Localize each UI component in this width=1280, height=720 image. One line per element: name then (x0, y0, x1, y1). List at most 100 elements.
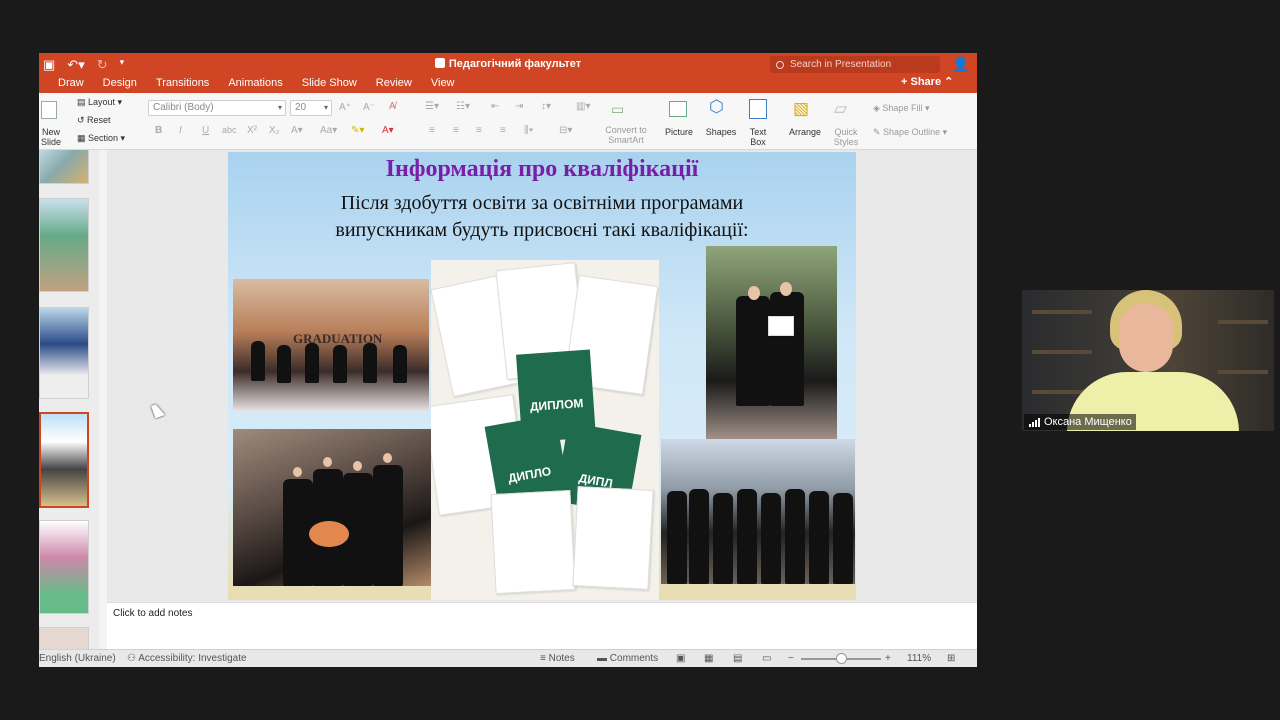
change-case-icon[interactable]: Aa▾ (320, 125, 337, 136)
italic-icon[interactable]: I (179, 125, 182, 136)
bookshelf (1218, 370, 1268, 374)
account-icon[interactable]: 👤 (952, 56, 969, 72)
columns-icon[interactable]: ▥▾ (576, 101, 590, 112)
decrease-font-icon[interactable]: A⁻ (363, 102, 375, 113)
section-button[interactable]: ▦ Section ▾ (77, 133, 125, 144)
arrange-button[interactable]: Arrange (785, 127, 825, 137)
collapse-ribbon-icon[interactable]: ⌃ (944, 76, 953, 88)
align-right-icon[interactable]: ≡ (476, 125, 482, 136)
tab-animations[interactable]: Animations (228, 75, 282, 93)
shapes-button[interactable]: Shapes (701, 127, 741, 137)
reading-view-icon[interactable]: ▤ (733, 653, 742, 664)
slide-thumbnail-active[interactable] (39, 412, 89, 508)
graduates-group-photo[interactable] (233, 429, 431, 586)
font-name-select[interactable]: Calibri (Body) ▾ (148, 100, 286, 116)
diploma-supplement (572, 486, 654, 590)
font-size-select[interactable]: 20 ▾ (290, 100, 332, 116)
face (780, 282, 792, 296)
strikethrough-icon[interactable]: abc (222, 125, 237, 135)
smartart-icon[interactable]: ▭ (611, 101, 624, 118)
new-slide-button[interactable]: New Slide (39, 127, 63, 147)
increase-font-icon[interactable]: A⁺ (339, 102, 351, 113)
superscript-icon[interactable]: X² (247, 125, 257, 136)
graduates-celebration-photo[interactable] (661, 439, 855, 584)
section-icon: ▦ (77, 133, 89, 143)
slide-editor[interactable]: Інформація про кваліфікації Після здобут… (107, 150, 977, 602)
shape-fill-button[interactable]: ◈ Shape Fill ▾ (873, 103, 929, 114)
font-color-icon[interactable]: A▾ (382, 125, 394, 136)
convert-smartart-button[interactable]: Convert to SmartArt (601, 125, 651, 145)
new-slide-icon[interactable] (41, 101, 57, 119)
two-graduates-photo[interactable] (706, 246, 837, 439)
tab-design[interactable]: Design (103, 75, 137, 93)
slide-thumbnail[interactable] (39, 520, 89, 614)
text-effects-icon[interactable]: A▾ (291, 125, 303, 136)
reset-button[interactable]: ↺ Reset (77, 115, 111, 126)
shapes-icon[interactable]: ⬡ (709, 97, 724, 117)
face (323, 457, 332, 467)
search-input[interactable]: Search in Presentation (770, 56, 940, 73)
align-text-icon[interactable]: ⊟▾ (559, 125, 572, 136)
search-icon (776, 61, 784, 69)
layout-button[interactable]: ▤ Layout ▾ (77, 97, 122, 108)
shape-outline-button[interactable]: ✎ Shape Outline ▾ (873, 127, 947, 138)
align-center-icon[interactable]: ≡ (453, 125, 459, 136)
comments-button[interactable]: ▬ Comments (597, 653, 658, 664)
diplomas-photo[interactable]: ДИПЛОМ ДИПЛО ДИПЛ (431, 260, 659, 600)
zoom-level[interactable]: 111% (907, 653, 931, 664)
zoom-out-icon[interactable]: − (788, 653, 794, 664)
decrease-indent-icon[interactable]: ⇤ (491, 101, 499, 112)
arrange-icon[interactable]: ▧ (793, 99, 809, 119)
increase-indent-icon[interactable]: ⇥ (515, 101, 523, 112)
slide-canvas[interactable]: Інформація про кваліфікації Після здобут… (228, 152, 856, 600)
numbering-icon[interactable]: ☷▾ (456, 101, 470, 112)
chevron-down-icon: ▾ (323, 103, 328, 112)
underline-icon[interactable]: U (202, 125, 209, 136)
notes-pane[interactable]: Click to add notes (107, 602, 977, 649)
tab-draw[interactable]: Draw (58, 75, 84, 93)
share-button[interactable]: + Share ⌃ (901, 75, 953, 88)
graduate-figure (833, 493, 853, 584)
clear-format-icon[interactable]: A̸ (389, 101, 396, 112)
subscript-icon[interactable]: X₂ (269, 125, 280, 136)
tab-review[interactable]: Review (376, 75, 412, 93)
graduation-stage-photo[interactable]: GRADUATION (233, 279, 429, 411)
slide-subtitle[interactable]: Після здобуття освіти за освітніми прогр… (228, 190, 856, 244)
slide-title[interactable]: Інформація про кваліфікації (228, 156, 856, 183)
align-left-icon[interactable]: ≡ (429, 125, 435, 136)
tab-transitions[interactable]: Transitions (156, 75, 209, 93)
video-participant-tile[interactable]: Оксана Мищенко (1022, 290, 1274, 431)
quick-styles-button[interactable]: Quick Styles (829, 127, 863, 147)
bullets-icon[interactable]: ☰▾ (425, 101, 439, 112)
picture-button[interactable]: Picture (661, 127, 697, 137)
quick-styles-icon[interactable]: ▱ (834, 99, 847, 119)
language-indicator[interactable]: English (Ukraine) (39, 653, 116, 664)
line-spacing-icon[interactable]: ↕▾ (541, 101, 551, 112)
text-box-icon[interactable] (749, 99, 767, 119)
certificate-paper (768, 316, 794, 336)
slide-thumbnail[interactable] (39, 150, 89, 184)
slide-thumbnail[interactable] (39, 198, 89, 292)
fit-slide-icon[interactable]: ⊞ (947, 653, 955, 664)
justify-icon[interactable]: ≡ (500, 125, 506, 136)
slide-show-icon[interactable]: ▭ (762, 653, 771, 664)
participant-name-label: Оксана Мищенко (1024, 414, 1136, 430)
normal-view-icon[interactable]: ▣ (676, 653, 685, 664)
slide-thumbnail[interactable] (39, 307, 89, 399)
slide-sorter-icon[interactable]: ▦ (704, 653, 713, 664)
notes-placeholder[interactable]: Click to add notes (113, 608, 193, 619)
chevron-down-icon: ▾ (277, 103, 282, 112)
text-direction-icon[interactable]: ⫼▾ (524, 125, 533, 136)
zoom-in-icon[interactable]: + (885, 653, 891, 664)
zoom-slider-handle[interactable] (836, 653, 847, 664)
bookshelf (1032, 350, 1092, 354)
bold-icon[interactable]: B (155, 125, 162, 136)
highlight-icon[interactable]: ✎▾ (351, 125, 364, 136)
slide-thumbnail[interactable] (39, 627, 89, 650)
accessibility-button[interactable]: ⚇ Accessibility: Investigate (127, 653, 247, 664)
tab-view[interactable]: View (431, 75, 455, 93)
picture-icon[interactable] (669, 101, 687, 117)
text-box-button[interactable]: Text Box (745, 127, 771, 147)
tab-slide-show[interactable]: Slide Show (302, 75, 357, 93)
notes-button[interactable]: ≡ Notes (540, 653, 575, 664)
